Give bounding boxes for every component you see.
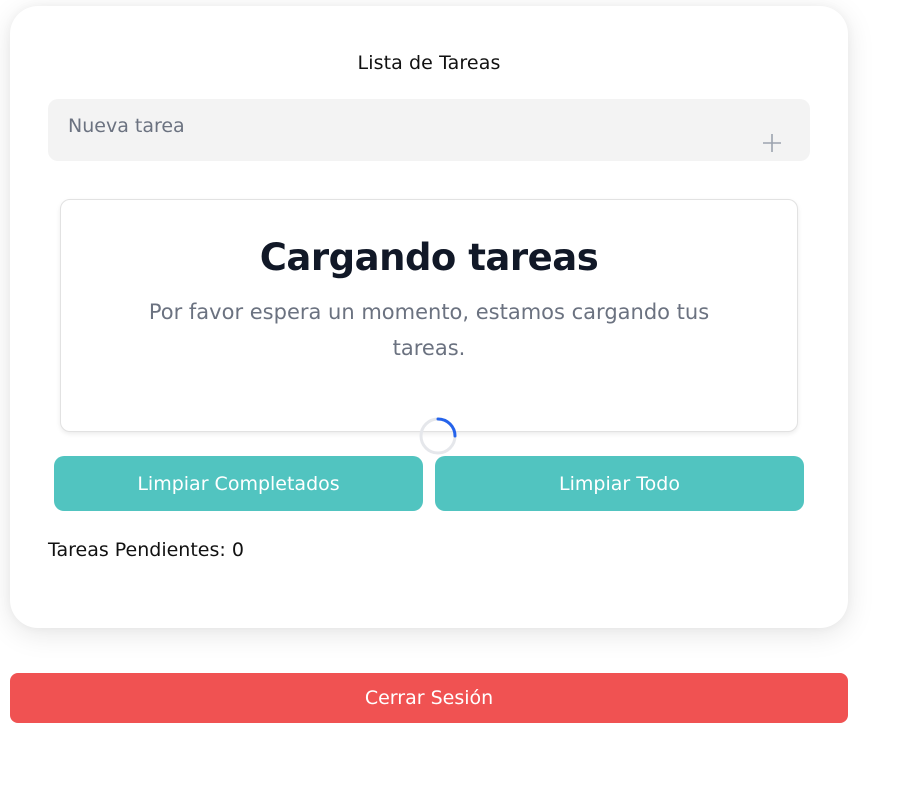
new-task-field <box>48 99 810 161</box>
logout-button[interactable]: Cerrar Sesión <box>10 673 848 723</box>
pending-tasks-count: Tareas Pendientes: 0 <box>48 539 244 561</box>
clear-all-button[interactable]: Limpiar Todo <box>435 456 804 511</box>
loading-panel: Cargando tareas Por favor espera un mome… <box>60 199 798 432</box>
clear-completed-button[interactable]: Limpiar Completados <box>54 456 423 511</box>
card-title: Lista de Tareas <box>357 52 501 74</box>
todo-card: Lista de Tareas Cargando tareas Por favo… <box>10 6 848 628</box>
plus-icon[interactable] <box>760 131 784 155</box>
new-task-input[interactable] <box>48 99 738 161</box>
loading-message: Por favor espera un momento, estamos car… <box>148 300 710 360</box>
loading-heading: Cargando tareas <box>259 236 599 279</box>
loading-spinner-icon <box>419 417 457 455</box>
